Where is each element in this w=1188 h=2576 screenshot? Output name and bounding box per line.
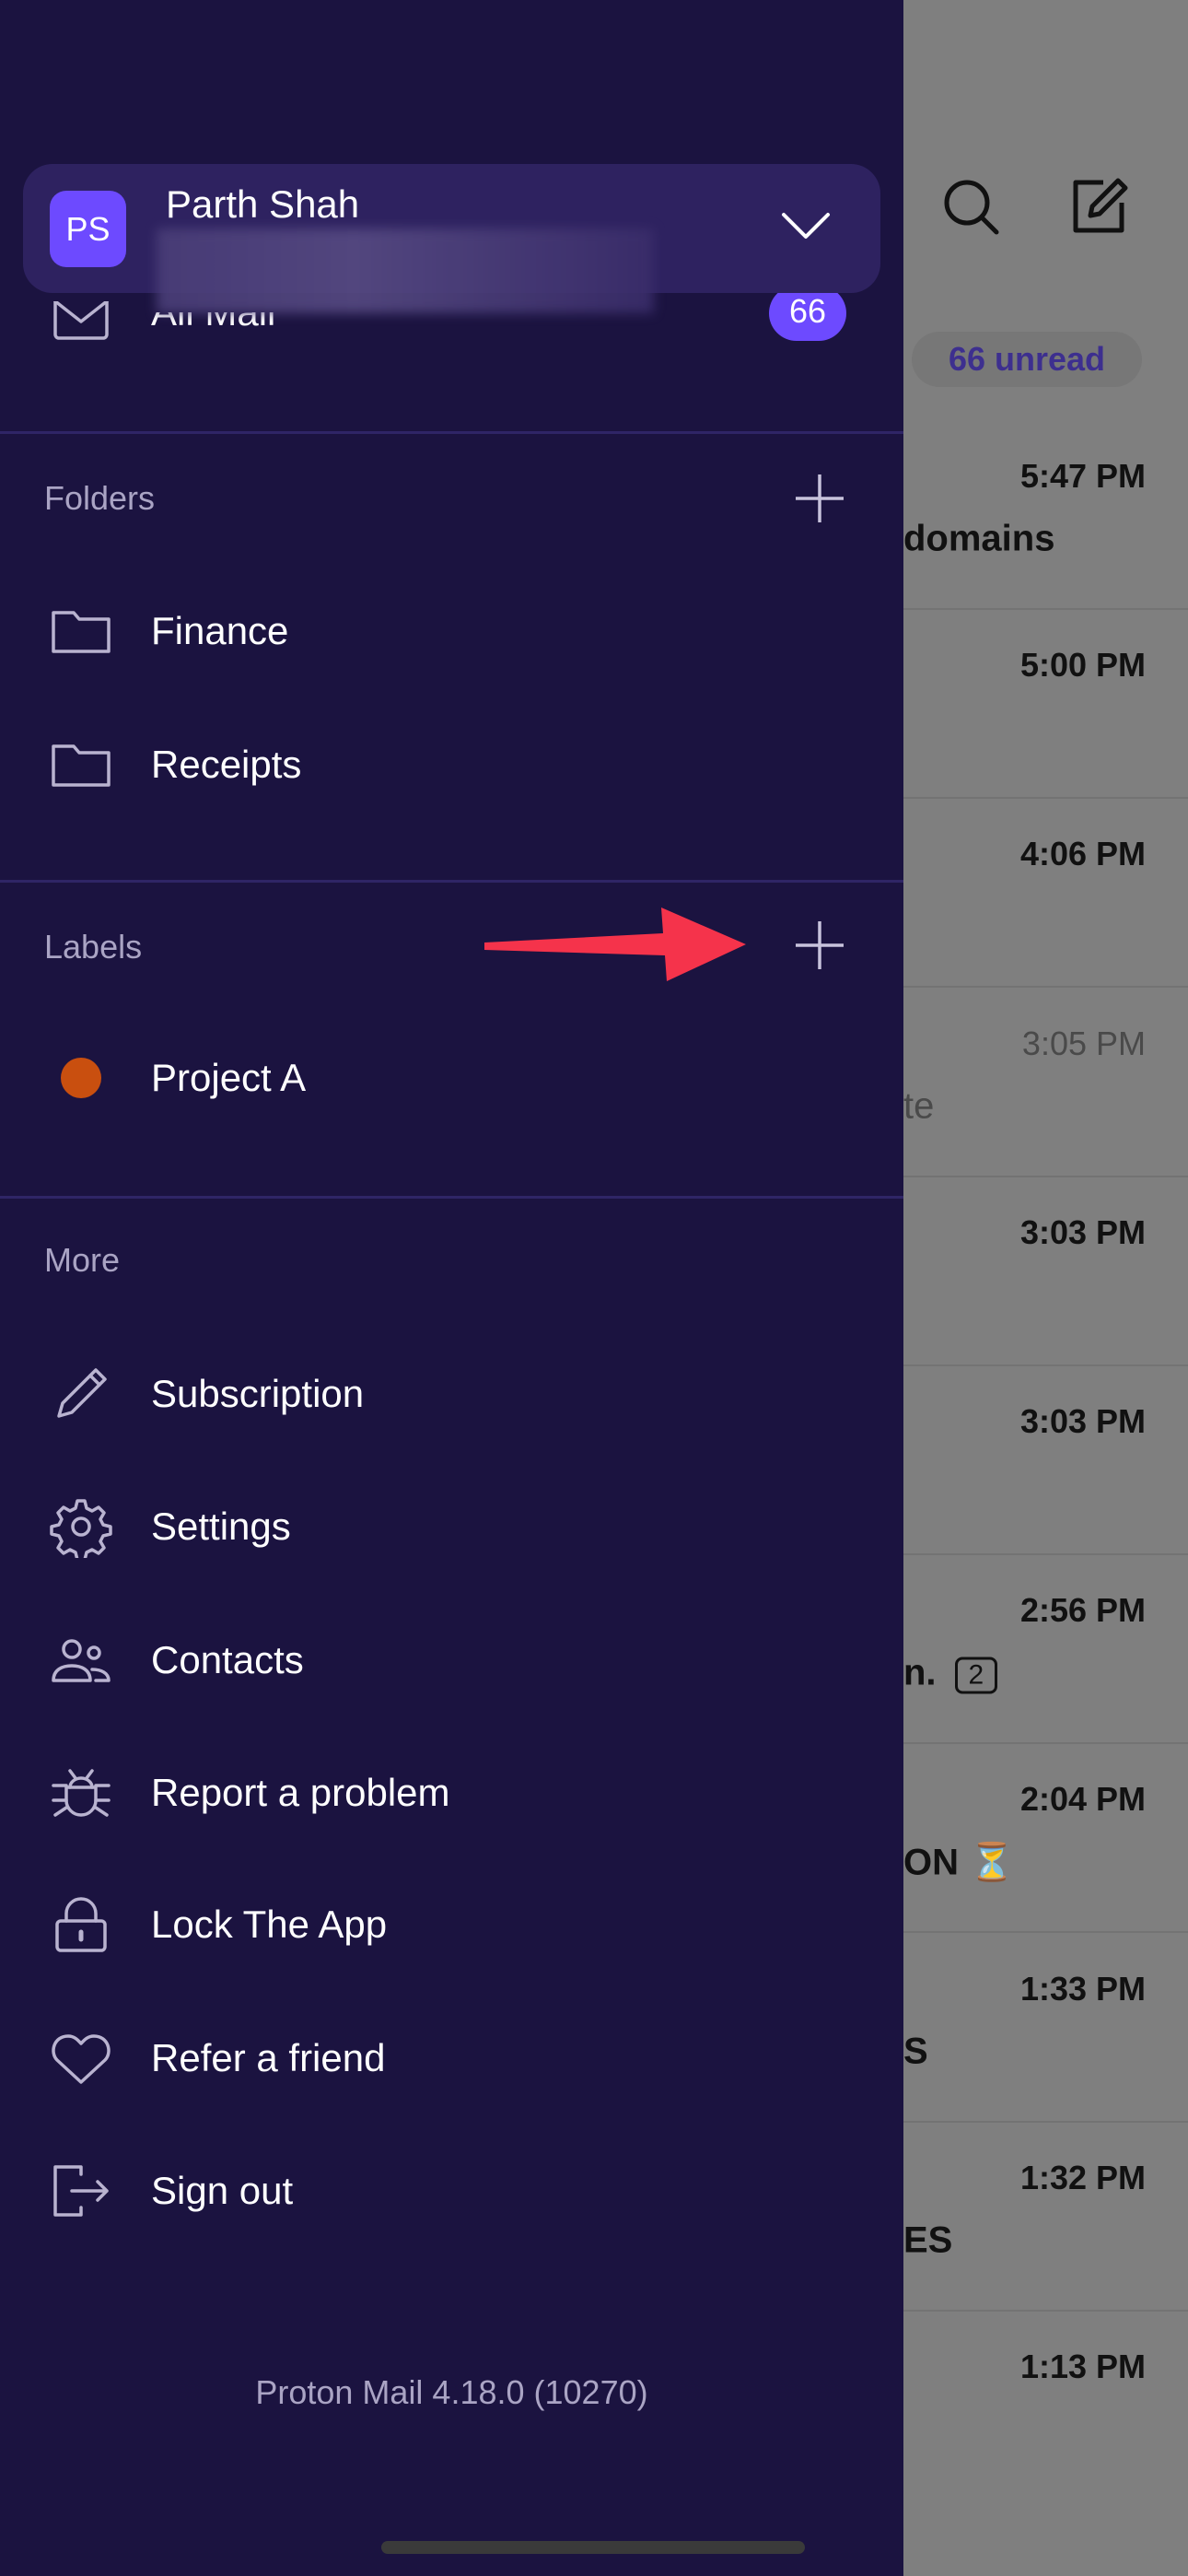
sidebar-item-receipts[interactable]: Receipts: [151, 743, 301, 787]
account-chevron-down-icon[interactable]: [778, 207, 833, 244]
email-row[interactable]: [903, 979, 1188, 1164]
red-arrow-annotation: [484, 907, 746, 981]
redacted-email: [157, 228, 654, 313]
email-time: 1:13 PM: [1019, 2348, 1146, 2385]
sidebar-item-report-a-problem[interactable]: Report a problem: [151, 1771, 450, 1815]
email-subject: ON ⏳: [903, 1841, 1015, 1884]
sign-out-icon: [50, 2160, 112, 2222]
email-time: 4:06 PM: [1019, 835, 1146, 873]
thread-count-badge: 2: [954, 1657, 998, 1694]
email-subject-text: n.: [903, 1652, 937, 1693]
email-row[interactable]: [903, 1546, 1188, 1730]
email-subject: te: [903, 1085, 934, 1127]
email-time: 5:00 PM: [1019, 646, 1146, 685]
email-time: 3:05 PM: [1021, 1024, 1146, 1062]
sidebar-item-sign-out[interactable]: Sign out: [151, 2169, 293, 2213]
email-subject-text: domains: [903, 518, 1055, 559]
divider: [0, 431, 903, 434]
plus-icon: [796, 921, 844, 969]
gear-icon: [50, 1495, 112, 1562]
more-heading: More: [44, 1241, 121, 1279]
email-subject: domains: [903, 519, 1054, 560]
email-subject: ES: [903, 2219, 952, 2261]
email-time: 2:56 PM: [1019, 1591, 1146, 1630]
search-button[interactable]: [939, 175, 1004, 240]
folders-heading: Folders: [44, 479, 156, 517]
avatar: PS: [50, 191, 126, 267]
email-subject-text: S: [903, 2031, 928, 2072]
email-row[interactable]: [903, 2113, 1188, 2298]
email-time: 3:03 PM: [1019, 1402, 1146, 1440]
sidebar-item-subscription[interactable]: Subscription: [151, 1372, 364, 1416]
sidebar-item-lock-the-app[interactable]: Lock The App: [151, 1903, 387, 1947]
app-version: Proton Mail 4.18.0 (10270): [255, 2373, 648, 2411]
folder-icon: [50, 733, 112, 796]
compose-icon: [1073, 178, 1128, 233]
email-subject-text: ES: [903, 2219, 953, 2261]
email-row[interactable]: [903, 1357, 1188, 1541]
add-folder-button[interactable]: [792, 471, 847, 526]
account-name: Parth Shah: [166, 182, 360, 226]
heart-icon: [50, 2027, 112, 2090]
email-subject-text: ON ⏳: [903, 1842, 1015, 1883]
compose-button[interactable]: [1066, 175, 1131, 240]
bug-icon: [50, 1762, 112, 1824]
email-row[interactable]: [903, 412, 1188, 596]
sidebar-item-contacts[interactable]: Contacts: [151, 1638, 304, 1682]
email-subject: n. 2: [903, 1652, 998, 1694]
contacts-icon: [50, 1629, 112, 1692]
home-indicator[interactable]: [381, 2541, 805, 2554]
email-row[interactable]: [903, 601, 1188, 785]
email-time: 3:03 PM: [1019, 1212, 1146, 1251]
email-row[interactable]: [903, 1168, 1188, 1352]
email-row[interactable]: [903, 1925, 1188, 2109]
email-time: 5:47 PM: [1019, 457, 1146, 495]
labels-heading: Labels: [44, 928, 143, 966]
plus-icon: [796, 474, 844, 522]
email-row[interactable]: [903, 2302, 1188, 2487]
email-row[interactable]: [903, 1735, 1188, 1919]
email-time: 1:32 PM: [1019, 2158, 1146, 2196]
folder-icon: [50, 600, 112, 662]
label-color-dot: [61, 1058, 101, 1098]
sidebar-item-settings[interactable]: Settings: [151, 1505, 291, 1549]
email-time: 2:04 PM: [1019, 1780, 1146, 1819]
sidebar-item-refer-a-friend[interactable]: Refer a friend: [151, 2036, 385, 2080]
email-subject-text: te: [903, 1085, 935, 1127]
email-row[interactable]: [903, 790, 1188, 974]
sidebar-item-project-a[interactable]: Project A: [151, 1056, 306, 1100]
add-label-button[interactable]: [792, 918, 847, 973]
sidebar-item-finance[interactable]: Finance: [151, 609, 288, 653]
lock-icon: [50, 1893, 112, 1956]
search-icon: [944, 180, 999, 235]
email-subject: S: [903, 2031, 928, 2072]
email-time: 1:33 PM: [1019, 1969, 1146, 2008]
divider: [0, 1196, 903, 1199]
divider: [0, 880, 903, 883]
side-drawer: PS Parth Shah All Mail 66 Folders Financ…: [0, 0, 903, 2576]
pencil-icon: [50, 1363, 112, 1425]
inbox-icon: [50, 301, 112, 349]
unread-count-badge: 66: [769, 293, 846, 341]
unread-filter[interactable]: 66 unread: [912, 332, 1142, 387]
